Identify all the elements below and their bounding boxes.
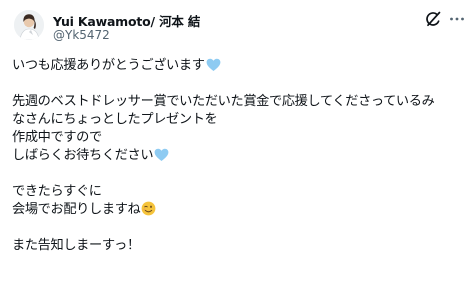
post-line-text: 作成中ですので — [12, 130, 102, 145]
avatar-image — [14, 10, 44, 40]
post-line-text: 先週のベストドレッサー賞でいただいた賞金で応援してくださっているみ — [12, 94, 435, 109]
post-line: 作成中ですので — [12, 129, 470, 147]
post-line: しばらくお待ちください — [12, 147, 470, 165]
grok-icon[interactable] — [424, 10, 442, 28]
post: Yui Kawamoto/ 河本 結 @Yk5472 いつも応援ありがとうござい… — [0, 0, 470, 285]
post-text: いつも応援ありがとうございます 先週のベストドレッサー賞でいただいた賞金で応援し… — [12, 57, 470, 255]
post-line: なさんにちょっとしたプレゼントを — [12, 111, 470, 129]
post-line: 先週のベストドレッサー賞でいただいた賞金で応援してくださっているみ — [12, 93, 470, 111]
light-blue-heart-icon — [206, 58, 221, 78]
avatar[interactable] — [14, 10, 44, 40]
post-line: できたらすぐに — [12, 183, 470, 201]
winking-face-icon — [141, 201, 156, 222]
light-blue-heart-icon — [154, 148, 169, 168]
post-line-text: また告知しまーすっ！ — [12, 238, 140, 253]
post-line-text: できたらすぐに — [12, 184, 102, 199]
post-line: いつも応援ありがとうございます — [12, 57, 470, 75]
post-line: 会場でお配りしますね — [12, 201, 470, 219]
post-line-text: 会場でお配りしますね — [12, 202, 141, 217]
post-line-text: いつも応援ありがとうございます — [12, 58, 205, 73]
post-line: また告知しまーすっ！ — [12, 237, 470, 255]
post-line-text: なさんにちょっとしたプレゼントを — [12, 112, 218, 127]
more-options-icon[interactable] — [448, 10, 466, 28]
author-handle[interactable]: @Yk5472 — [53, 28, 110, 42]
post-line-text: しばらくお待ちください — [12, 148, 154, 163]
